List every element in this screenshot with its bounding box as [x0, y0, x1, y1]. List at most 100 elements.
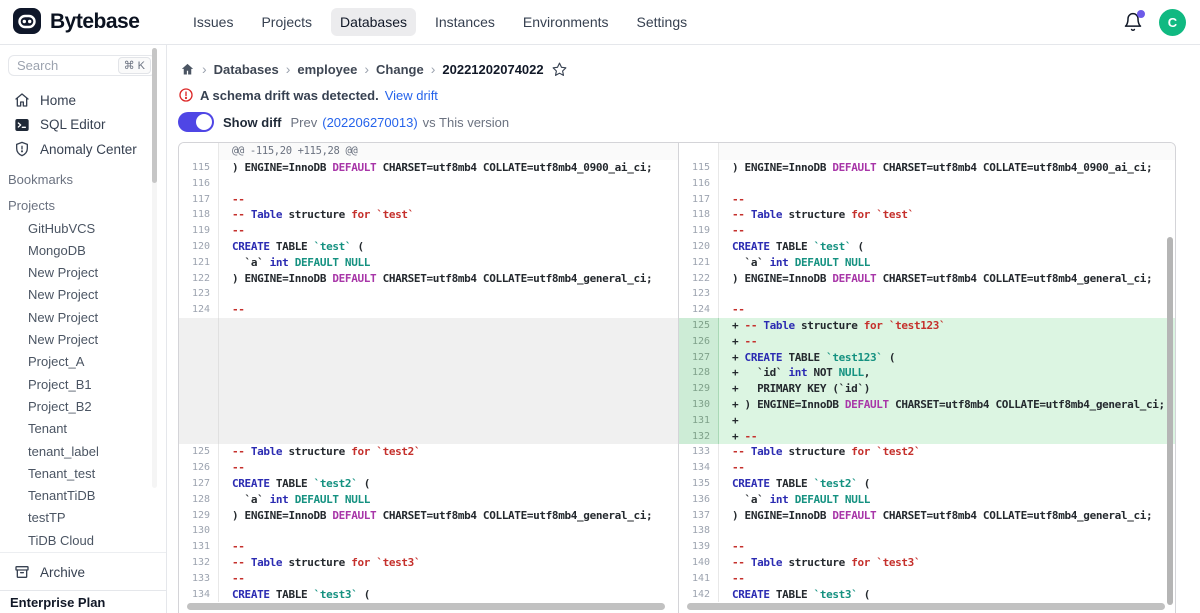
- diff-row: 115) ENGINE=InnoDB DEFAULT CHARSET=utf8m…: [179, 160, 678, 176]
- sidebar-project-item[interactable]: MongoDB: [0, 240, 166, 262]
- gutter: [179, 318, 219, 444]
- project-list: GitHubVCSMongoDBNew ProjectNew ProjectNe…: [0, 218, 166, 552]
- line-number: 137: [679, 508, 719, 524]
- sidebar-project-item[interactable]: Tenant_test: [0, 463, 166, 485]
- view-drift-link[interactable]: View drift: [385, 88, 438, 103]
- sidebar-item-anomaly-center[interactable]: Anomaly Center: [0, 137, 166, 161]
- avatar[interactable]: C: [1159, 9, 1186, 36]
- sidebar-project-item[interactable]: Tenant: [0, 418, 166, 440]
- code-line: CREATE TABLE `test3` (: [219, 587, 678, 603]
- notifications-button[interactable]: [1123, 12, 1143, 32]
- sidebar-item-archive[interactable]: Archive: [0, 558, 166, 586]
- bytebase-app: Bytebase Issues Projects Databases Instance…: [0, 0, 1200, 613]
- code-line: --: [219, 539, 678, 555]
- nav-item-environments[interactable]: Environments: [514, 8, 618, 36]
- diff-row: 126+ --: [679, 334, 1175, 350]
- sidebar-project-item[interactable]: Project_B1: [0, 374, 166, 396]
- projects-section-label: Projects: [0, 192, 166, 218]
- vertical-scrollbar[interactable]: [1167, 237, 1173, 605]
- sidebar-project-item[interactable]: New Project: [0, 284, 166, 306]
- sidebar-project-item[interactable]: New Project: [0, 262, 166, 284]
- sidebar-project-item[interactable]: Project_B2: [0, 396, 166, 418]
- breadcrumb-item[interactable]: Change: [376, 62, 424, 77]
- diff-toolbar: Show diff Prev (202206270013) vs This ve…: [178, 112, 1200, 132]
- sidebar-project-item[interactable]: New Project: [0, 307, 166, 329]
- chevron-right-icon: ›: [364, 61, 369, 77]
- sidebar-project-item[interactable]: TenantTiDB: [0, 485, 166, 507]
- empty-placeholder: [219, 318, 678, 444]
- chevron-right-icon: ›: [202, 61, 207, 77]
- line-number: 131: [179, 539, 219, 555]
- nav-item-settings[interactable]: Settings: [628, 8, 697, 36]
- line-number: 130: [679, 397, 719, 413]
- breadcrumb-item[interactable]: 20221202074022: [442, 62, 543, 77]
- diff-row: 130: [179, 523, 678, 539]
- code-line: --: [219, 571, 678, 587]
- diff-row: 134--: [679, 460, 1175, 476]
- sidebar-item-home[interactable]: Home: [0, 88, 166, 112]
- code-line: + CREATE TABLE `test123` (: [719, 350, 1175, 366]
- sidebar-scrollbar-thumb[interactable]: [152, 48, 157, 183]
- code-line: `a` int DEFAULT NULL: [719, 492, 1175, 508]
- code-line: + --: [719, 429, 1175, 445]
- home-breadcrumb-icon[interactable]: [180, 62, 195, 77]
- show-diff-label: Show diff: [223, 115, 282, 130]
- sidebar-project-item[interactable]: tenant_label: [0, 441, 166, 463]
- horizontal-scrollbar-right[interactable]: [687, 603, 1165, 610]
- line-number: 126: [679, 334, 719, 350]
- horizontal-scrollbar-left[interactable]: [187, 603, 665, 610]
- notification-dot: [1137, 10, 1145, 18]
- nav-item-projects[interactable]: Projects: [252, 8, 321, 36]
- diff-row: 117--: [679, 192, 1175, 208]
- brand[interactable]: Bytebase: [12, 7, 170, 37]
- diff-row: 122) ENGINE=InnoDB DEFAULT CHARSET=utf8m…: [179, 271, 678, 287]
- diff-row: 130+ ) ENGINE=InnoDB DEFAULT CHARSET=utf…: [679, 397, 1175, 413]
- code-line: ) ENGINE=InnoDB DEFAULT CHARSET=utf8mb4 …: [719, 271, 1175, 287]
- diff-row: 128 `a` int DEFAULT NULL: [179, 492, 678, 508]
- diff-row: 137) ENGINE=InnoDB DEFAULT CHARSET=utf8m…: [679, 508, 1175, 524]
- diff-row: 123: [679, 286, 1175, 302]
- breadcrumb-item[interactable]: employee: [297, 62, 357, 77]
- archive-section: Archive: [0, 552, 166, 590]
- sidebar-project-item[interactable]: Project_A: [0, 351, 166, 373]
- hunk-header: @@ -115,20 +115,28 @@: [219, 143, 678, 160]
- search-box[interactable]: ⌘ K: [8, 55, 156, 76]
- chevron-right-icon: ›: [431, 61, 436, 77]
- diff-row: 135CREATE TABLE `test2` (: [679, 476, 1175, 492]
- line-number: 125: [679, 318, 719, 334]
- code-line: [219, 176, 678, 192]
- nav-item-issues[interactable]: Issues: [184, 8, 242, 36]
- diff-row: 116: [679, 176, 1175, 192]
- search-input[interactable]: [17, 58, 101, 73]
- sidebar-project-item[interactable]: TiDB Cloud: [0, 530, 166, 552]
- diff-row: 128+ `id` int NOT NULL,: [679, 365, 1175, 381]
- diff-placeholder-block: [179, 318, 678, 444]
- line-number: 116: [179, 176, 219, 192]
- nav-item-databases[interactable]: Databases: [331, 8, 416, 36]
- line-number: 140: [679, 555, 719, 571]
- hunk-header-row: [679, 143, 1175, 160]
- code-line: -- Table structure for `test`: [219, 207, 678, 223]
- schema-diff-panel: @@ -115,20 +115,28 @@115) ENGINE=InnoDB …: [178, 142, 1176, 613]
- prev-version-link[interactable]: (202206270013): [322, 115, 417, 130]
- line-number: 121: [179, 255, 219, 271]
- nav-items: Issues Projects Databases Instances Environm…: [184, 8, 696, 36]
- sidebar-item-sql-editor[interactable]: SQL Editor: [0, 113, 166, 137]
- code-line: CREATE TABLE `test2` (: [219, 476, 678, 492]
- line-number: 134: [179, 587, 219, 603]
- code-line: CREATE TABLE `test3` (: [719, 587, 1175, 603]
- hunk-header-row: @@ -115,20 +115,28 @@: [179, 143, 678, 160]
- code-line: `a` int DEFAULT NULL: [719, 255, 1175, 271]
- star-icon[interactable]: [551, 61, 568, 78]
- sidebar-project-item[interactable]: GitHubVCS: [0, 218, 166, 240]
- sidebar-project-item[interactable]: New Project: [0, 329, 166, 351]
- show-diff-toggle[interactable]: [178, 112, 214, 132]
- line-number: 121: [679, 255, 719, 271]
- diff-column-current: 115) ENGINE=InnoDB DEFAULT CHARSET=utf8m…: [678, 143, 1175, 613]
- main-content: ›Databases›employee›Change›2022120207402…: [167, 45, 1200, 613]
- line-number: 117: [179, 192, 219, 208]
- sidebar-project-item[interactable]: testTP: [0, 507, 166, 529]
- breadcrumb-item[interactable]: Databases: [214, 62, 279, 77]
- nav-item-instances[interactable]: Instances: [426, 8, 504, 36]
- diff-row: 142CREATE TABLE `test3` (: [679, 587, 1175, 603]
